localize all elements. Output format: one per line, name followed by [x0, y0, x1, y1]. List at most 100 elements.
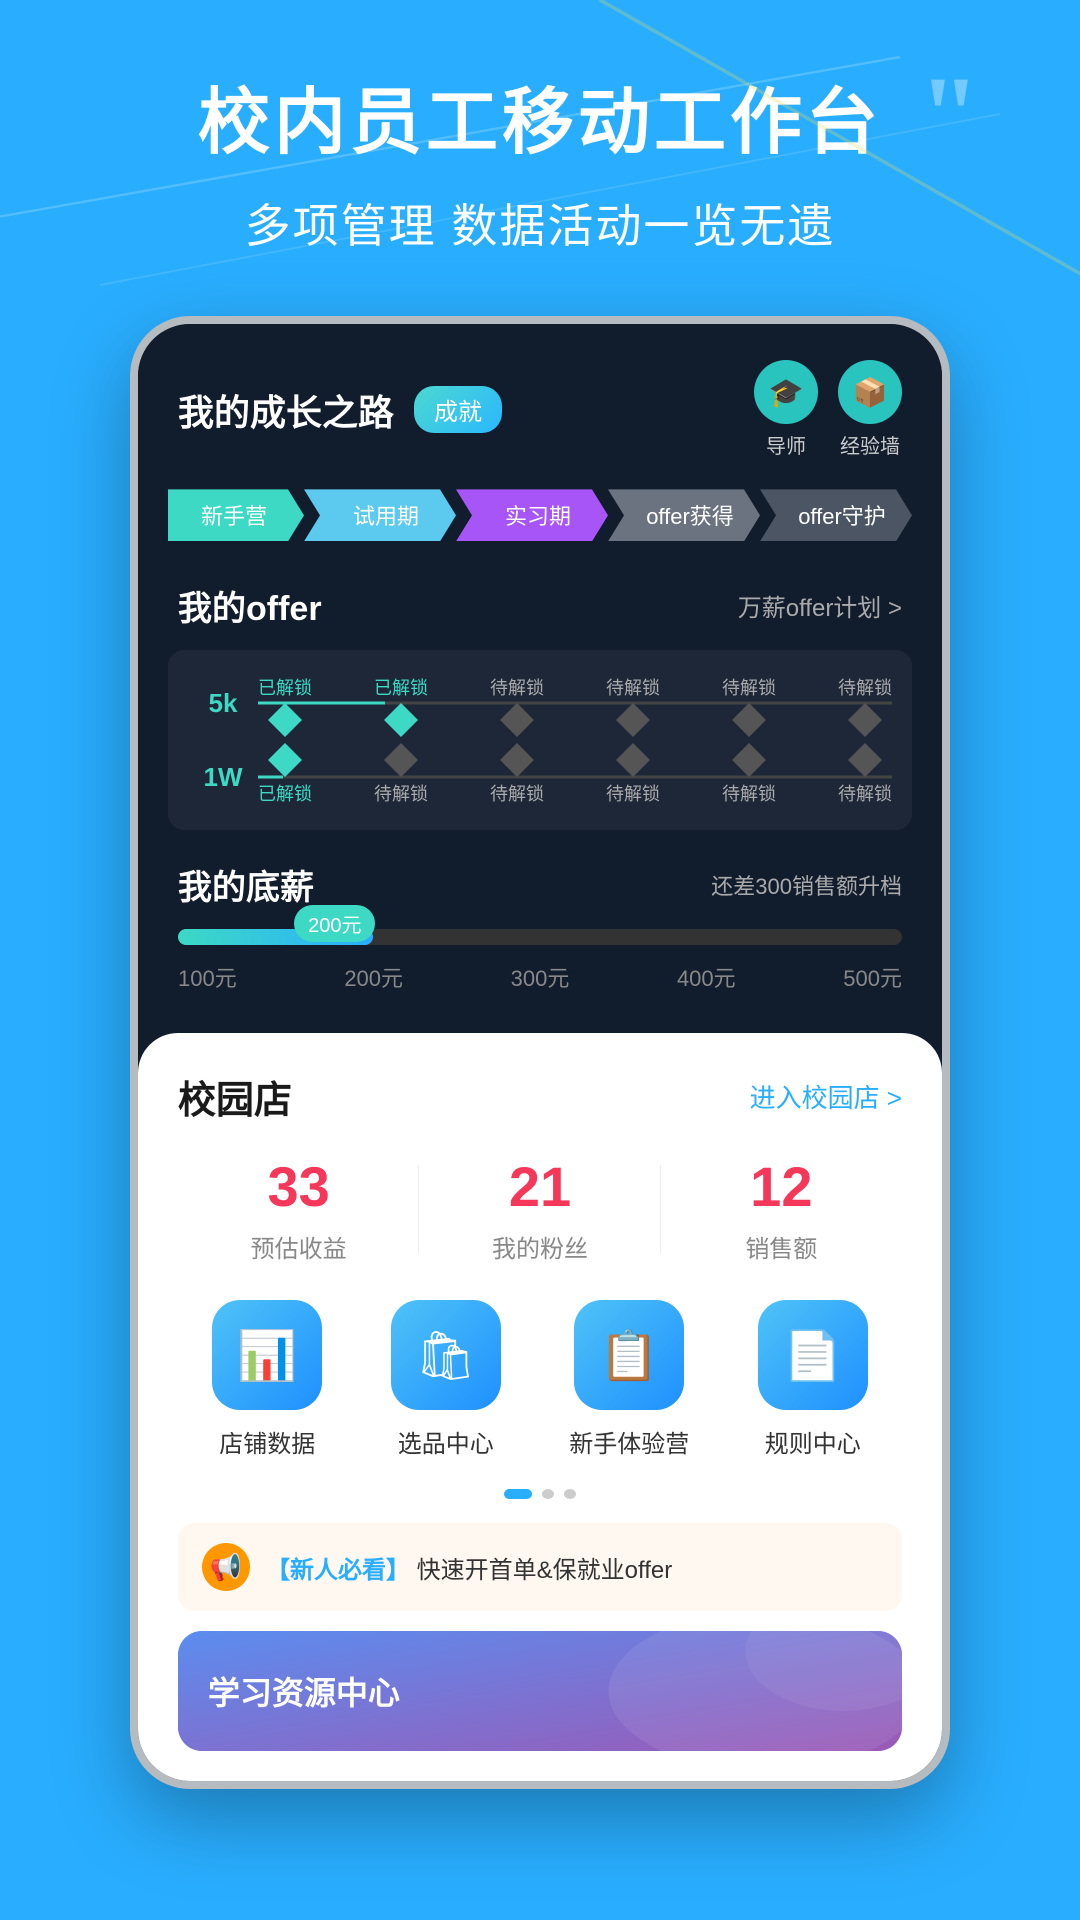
achievement-badge[interactable]: 成就 — [414, 386, 502, 433]
phone-content: 我的成长之路 成就 🎓 导师 📦 经验墙 新手营 — [138, 324, 942, 1781]
campus-title: 校园店 — [178, 1069, 292, 1124]
offer-track-5k: 已解锁 已解锁 待解锁 — [258, 674, 892, 732]
node-1w-2-label: 待解锁 — [490, 780, 544, 806]
step-probation-label: 试用期 — [353, 499, 419, 531]
scale-300: 300元 — [511, 961, 570, 993]
step-offer-get[interactable]: offer获得 — [608, 489, 760, 541]
header-icons: 🎓 导师 📦 经验墙 — [754, 360, 902, 459]
base-scale: 100元 200元 300元 400元 500元 — [178, 961, 902, 993]
base-salary-header: 我的底薪 还差300销售额升档 — [178, 860, 902, 909]
growth-title: 我的成长之路 — [178, 384, 394, 436]
scale-400: 400元 — [677, 961, 736, 993]
phone-header: 我的成长之路 成就 🎓 导师 📦 经验墙 — [138, 324, 942, 479]
page-dot-active — [504, 1489, 532, 1499]
offer-node-5k-5: 待解锁 — [838, 674, 892, 732]
node-1w-4-dot — [732, 743, 766, 777]
node-5k-1-label: 已解锁 — [374, 674, 428, 700]
action-rules[interactable]: 📄 规则中心 — [758, 1300, 868, 1459]
step-probation[interactable]: 试用期 — [304, 489, 456, 541]
offer-track-1w: 已解锁 待解锁 待解锁 — [258, 748, 892, 806]
stat-revenue-value: 33 — [268, 1154, 330, 1219]
hero-section: " 校内员工移动工作台 多项管理 数据活动一览无遗 — [0, 0, 1080, 296]
base-progress-bar-bg: 200元 — [178, 929, 902, 945]
rules-icon: 📄 — [758, 1300, 868, 1410]
scale-500: 500元 — [843, 961, 902, 993]
offer-node-1w-4: 待解锁 — [722, 748, 776, 806]
base-current-badge: 200元 — [294, 905, 375, 942]
node-5k-4-dot — [732, 703, 766, 737]
tutor-button[interactable]: 🎓 导师 — [754, 360, 818, 459]
page-dot-2 — [564, 1489, 576, 1499]
offer-node-1w-1: 待解锁 — [374, 748, 428, 806]
offer-node-5k-2: 待解锁 — [490, 674, 544, 732]
offer-box: 5k 已解锁 已解锁 — [168, 650, 912, 830]
phone-mockup: 我的成长之路 成就 🎓 导师 📦 经验墙 新手营 — [130, 316, 950, 1789]
store-data-icon: 📊 — [212, 1300, 322, 1410]
hero-title: 校内员工移动工作台 — [60, 80, 1020, 166]
step-offer-get-label: offer获得 — [646, 499, 734, 531]
stat-fans-value: 21 — [509, 1154, 571, 1219]
step-internship[interactable]: 实习期 — [456, 489, 608, 541]
node-1w-0-dot — [268, 743, 302, 777]
step-internship-label: 实习期 — [505, 499, 571, 531]
step-beginner[interactable]: 新手营 — [168, 489, 304, 541]
exp-wall-button[interactable]: 📦 经验墙 — [838, 360, 902, 459]
offer-node-5k-4: 待解锁 — [722, 674, 776, 732]
tutor-icon-circle: 🎓 — [754, 360, 818, 424]
offer-node-1w-3: 待解锁 — [606, 748, 660, 806]
node-5k-3-dot — [616, 703, 650, 737]
stat-revenue-label: 预估收益 — [251, 1229, 347, 1264]
node-1w-2-dot — [500, 743, 534, 777]
step-beginner-label: 新手营 — [201, 499, 267, 531]
tutor-label: 导师 — [766, 430, 806, 459]
campus-header: 校园店 进入校园店 > — [178, 1069, 902, 1124]
quote-decoration: " — [919, 60, 980, 170]
offer-node-5k-1: 已解锁 — [374, 674, 428, 732]
node-1w-3-dot — [616, 743, 650, 777]
salary-1w-label: 1W — [188, 762, 258, 793]
beginner-camp-label: 新手体验营 — [569, 1424, 689, 1459]
stat-sales: 12 销售额 — [661, 1154, 902, 1264]
notice-bar[interactable]: 📢 【新人必看】 快速开首单&保就业offer — [178, 1523, 902, 1611]
node-5k-2-label: 待解锁 — [490, 674, 544, 700]
node-5k-0-dot — [268, 703, 302, 737]
progress-steps: 新手营 试用期 实习期 offer获得 offer守护 — [138, 479, 942, 561]
node-1w-4-label: 待解锁 — [722, 780, 776, 806]
offer-plan-link[interactable]: 万薪offer计划 > — [738, 588, 902, 623]
select-products-icon: 🛍 — [391, 1300, 501, 1410]
bottom-card-text: 学习资源中心 — [208, 1668, 400, 1714]
node-5k-3-label: 待解锁 — [606, 674, 660, 700]
node-1w-1-dot — [384, 743, 418, 777]
stat-sales-label: 销售额 — [745, 1229, 817, 1264]
offer-section-title: 我的offer — [178, 581, 322, 630]
exp-label: 经验墙 — [840, 430, 900, 459]
notice-prefix: 【新人必看】 — [266, 1557, 410, 1584]
exp-icon-circle: 📦 — [838, 360, 902, 424]
base-salary-hint: 还差300销售额升档 — [711, 869, 902, 901]
stat-fans: 21 我的粉丝 — [419, 1154, 660, 1264]
stats-row: 33 预估收益 21 我的粉丝 12 销售额 — [178, 1154, 902, 1264]
action-store-data[interactable]: 📊 店铺数据 — [212, 1300, 322, 1459]
offer-row-1w: 1W 已解锁 待解锁 — [188, 748, 892, 806]
offer-node-5k-3: 待解锁 — [606, 674, 660, 732]
node-1w-5-label: 待解锁 — [838, 780, 892, 806]
step-offer-guard[interactable]: offer守护 — [760, 489, 912, 541]
page-dot-1 — [542, 1489, 554, 1499]
stat-fans-label: 我的粉丝 — [492, 1229, 588, 1264]
node-1w-5-dot — [848, 743, 882, 777]
bottom-blue-card[interactable]: 学习资源中心 — [178, 1631, 902, 1751]
offer-node-1w-2: 待解锁 — [490, 748, 544, 806]
node-1w-3-label: 待解锁 — [606, 780, 660, 806]
beginner-camp-icon: 📋 — [574, 1300, 684, 1410]
page-indicator — [178, 1489, 902, 1499]
campus-link[interactable]: 进入校园店 > — [750, 1078, 902, 1115]
scale-100: 100元 — [178, 961, 237, 993]
header-left: 我的成长之路 成就 — [178, 384, 502, 436]
scale-200: 200元 — [344, 961, 403, 993]
salary-5k-label: 5k — [188, 688, 258, 719]
action-beginner-camp[interactable]: 📋 新手体验营 — [569, 1300, 689, 1459]
node-5k-5-dot — [848, 703, 882, 737]
action-select-products[interactable]: 🛍 选品中心 — [391, 1300, 501, 1459]
node-5k-2-dot — [500, 703, 534, 737]
actions-row: 📊 店铺数据 🛍 选品中心 📋 新手体验营 📄 规则中心 — [178, 1300, 902, 1459]
